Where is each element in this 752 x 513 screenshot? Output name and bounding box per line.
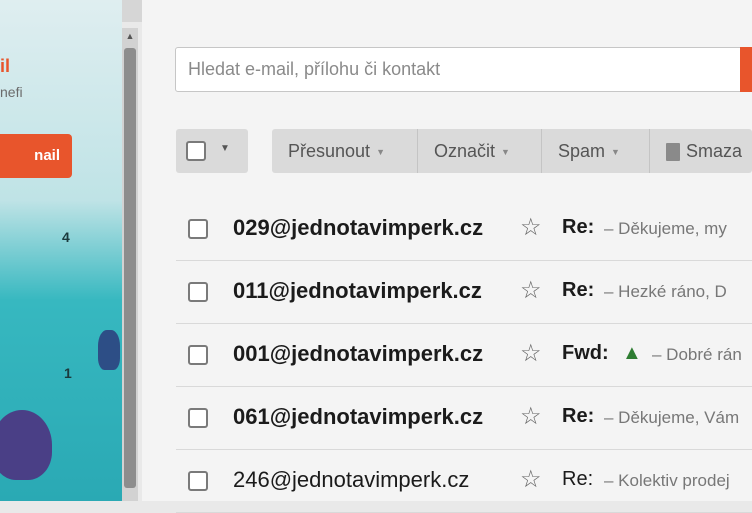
mascot-illustration bbox=[98, 330, 120, 370]
delete-label: Smaza bbox=[686, 141, 743, 161]
message-subject: Re: bbox=[562, 405, 595, 427]
message-snippet: – Hezké ráno, D bbox=[604, 282, 727, 301]
message-checkbox[interactable] bbox=[188, 345, 208, 365]
spam-button[interactable]: Spam ▼ bbox=[542, 129, 650, 173]
star-icon[interactable]: ☆ bbox=[520, 276, 542, 305]
move-button[interactable]: Přesunout ▼ bbox=[272, 129, 418, 173]
message-subject: Re: bbox=[562, 468, 594, 490]
message-snippet: – Kolektiv prodej bbox=[604, 471, 730, 490]
message-sender: 029@jednotavimperk.cz bbox=[233, 215, 484, 240]
message-row[interactable]: 246@jednotavimperk.cz ☆ Re: – Kolektiv p… bbox=[176, 451, 752, 513]
tree-icon: ▲ bbox=[622, 342, 642, 364]
message-row[interactable]: 011@jednotavimperk.cz ☆ Re: – Hezké ráno… bbox=[176, 262, 752, 324]
message-subject: Re: bbox=[562, 216, 595, 238]
chevron-down-icon: ▼ bbox=[611, 147, 620, 158]
chevron-down-icon: ▼ bbox=[376, 147, 385, 158]
mark-label: Označit bbox=[434, 141, 496, 161]
move-label: Přesunout bbox=[288, 141, 371, 161]
message-checkbox[interactable] bbox=[188, 408, 208, 428]
message-checkbox[interactable] bbox=[188, 282, 208, 302]
folder-count-badge: 4 bbox=[62, 229, 70, 245]
message-sender: 001@jednotavimperk.cz bbox=[233, 341, 484, 366]
message-row[interactable]: 001@jednotavimperk.cz ☆ Fwd: ▲ – Dobré r… bbox=[176, 325, 752, 387]
search-input[interactable]: Hledat e-mail, přílohu či kontakt bbox=[175, 47, 752, 92]
mark-button[interactable]: Označit ▼ bbox=[418, 129, 542, 173]
message-row[interactable]: 029@jednotavimperk.cz ☆ Re: – Děkujeme, … bbox=[176, 199, 752, 261]
message-snippet: – Děkujeme, Vám bbox=[604, 408, 740, 427]
star-icon[interactable]: ☆ bbox=[520, 339, 542, 368]
message-sender: 011@jednotavimperk.cz bbox=[233, 278, 482, 303]
compose-button[interactable]: nail bbox=[0, 134, 72, 178]
mascot-illustration bbox=[0, 410, 52, 480]
trash-icon bbox=[666, 143, 680, 162]
message-subject: Re: bbox=[562, 279, 595, 301]
scroll-up-icon[interactable]: ▲ bbox=[122, 28, 138, 44]
chevron-down-icon[interactable]: ▼ bbox=[220, 143, 230, 154]
message-checkbox[interactable] bbox=[188, 219, 208, 239]
message-checkbox[interactable] bbox=[188, 471, 208, 491]
search-button[interactable] bbox=[740, 47, 752, 92]
sidebar: il nefi nail 4 1 bbox=[0, 0, 122, 501]
select-all-checkbox[interactable] bbox=[186, 141, 206, 161]
message-row[interactable]: 061@jednotavimperk.cz ☆ Re: – Děkujeme, … bbox=[176, 388, 752, 450]
delete-button[interactable]: Smaza bbox=[650, 129, 752, 173]
scrollbar-thumb[interactable] bbox=[124, 48, 136, 488]
spam-label: Spam bbox=[558, 141, 606, 161]
folder-count-badge: 1 bbox=[64, 365, 72, 381]
star-icon[interactable]: ☆ bbox=[520, 402, 542, 431]
message-subject: Fwd: bbox=[562, 342, 609, 364]
select-all-dropdown[interactable]: ▼ bbox=[176, 129, 248, 173]
message-snippet: – Děkujeme, my bbox=[604, 219, 727, 238]
logo: il bbox=[0, 56, 11, 76]
message-toolbar: Přesunout ▼ Označit ▼ Spam ▼ Smaza bbox=[272, 129, 752, 173]
message-snippet: – Dobré rán bbox=[652, 345, 742, 364]
message-sender: 246@jednotavimperk.cz bbox=[233, 467, 470, 492]
logo-subtitle: nefi bbox=[0, 84, 23, 100]
chevron-down-icon: ▼ bbox=[501, 147, 510, 158]
star-icon[interactable]: ☆ bbox=[520, 213, 542, 242]
star-icon[interactable]: ☆ bbox=[520, 465, 542, 494]
message-sender: 061@jednotavimperk.cz bbox=[233, 404, 484, 429]
